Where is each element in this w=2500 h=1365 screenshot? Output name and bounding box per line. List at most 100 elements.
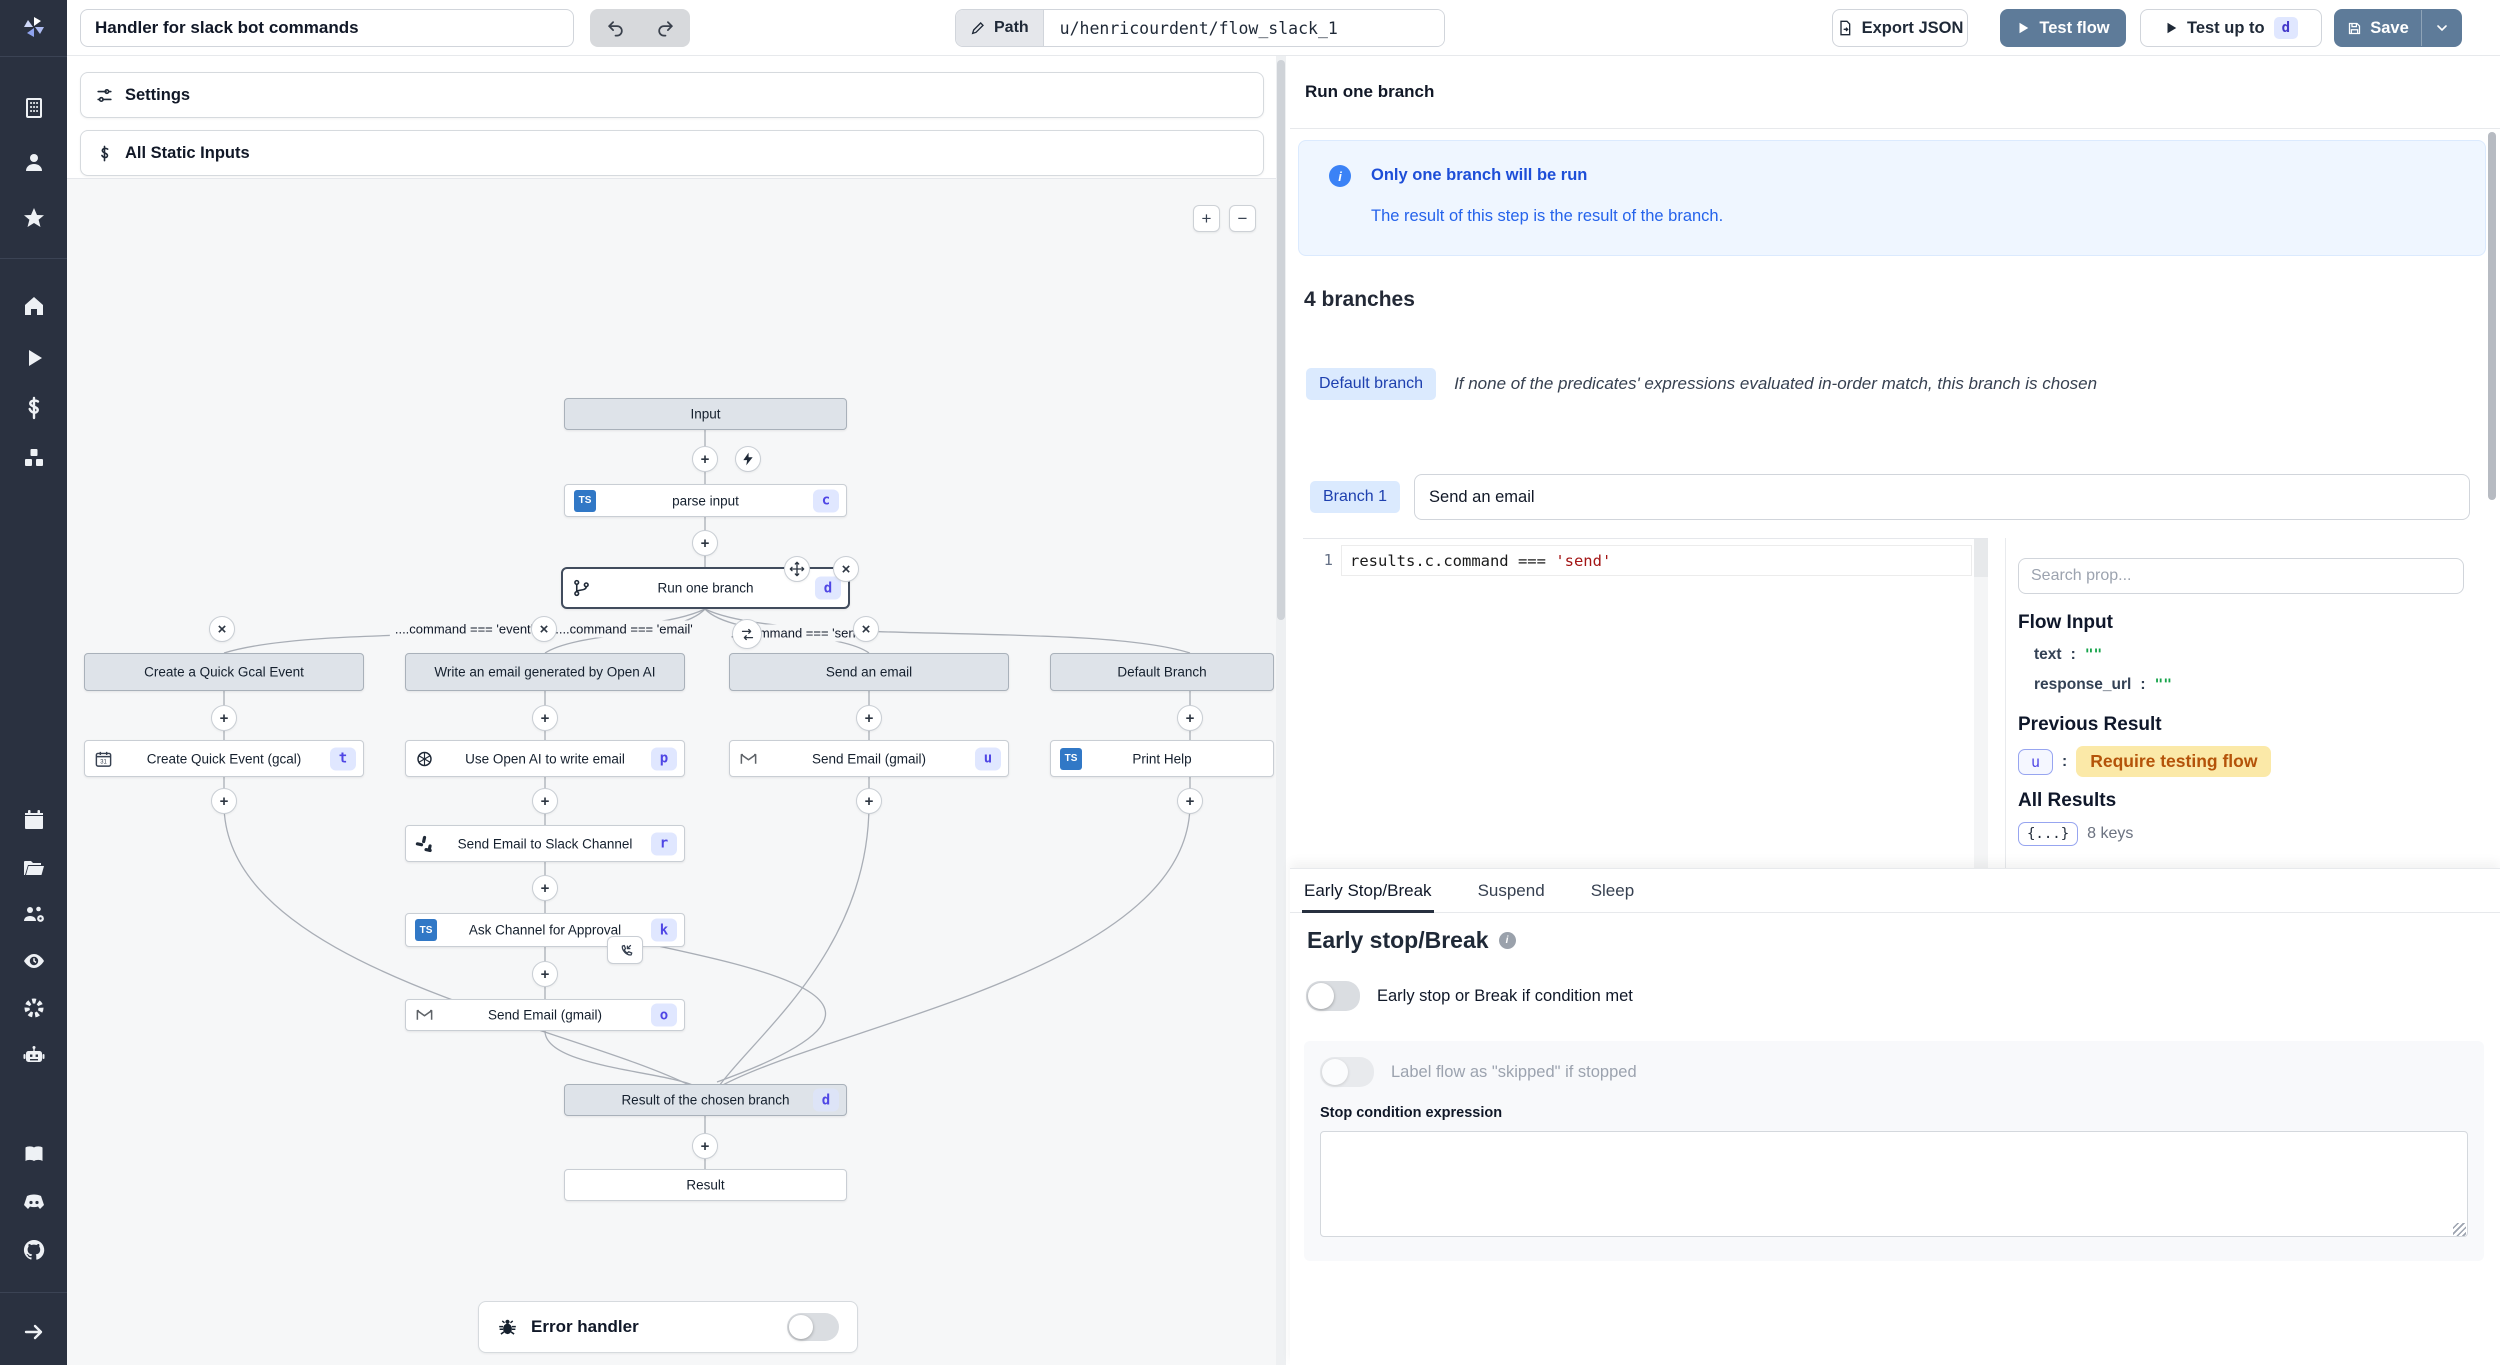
- flow-static-inputs-bar[interactable]: All Static Inputs: [80, 130, 1264, 176]
- tab-early-stop-break[interactable]: Early Stop/Break: [1304, 869, 1432, 913]
- delete-branch-button[interactable]: ×: [209, 616, 235, 642]
- add-step-button[interactable]: +: [211, 705, 237, 731]
- delete-branch-button[interactable]: ×: [853, 616, 879, 642]
- add-step-button[interactable]: +: [1177, 705, 1203, 731]
- all-results-row[interactable]: {...} 8 keys: [2018, 822, 2133, 846]
- sidebar-item-discord[interactable]: [20, 1188, 47, 1215]
- branch-header[interactable]: Send an email: [729, 653, 1009, 691]
- sidebar-divider: [0, 1292, 67, 1293]
- add-step-button[interactable]: +: [856, 788, 882, 814]
- move-branch-button[interactable]: [732, 619, 762, 649]
- add-step-button[interactable]: +: [211, 788, 237, 814]
- node-send-email-slack[interactable]: Send Email to Slack Channel r: [405, 825, 685, 862]
- add-step-button[interactable]: +: [692, 530, 718, 556]
- sidebar-item-user[interactable]: [20, 148, 47, 175]
- step-detail-panel: Run one branch i Only one branch will be…: [1290, 56, 2500, 1365]
- editor-code-line[interactable]: results.c.command === 'send': [1341, 545, 1972, 576]
- sidebar-item-folders[interactable]: [20, 854, 47, 881]
- test-flow-button[interactable]: Test flow: [2000, 9, 2126, 47]
- node-ask-channel-approval[interactable]: TS Ask Channel for Approval k: [405, 913, 685, 947]
- export-json-button[interactable]: Export JSON: [1832, 9, 1968, 47]
- add-step-button[interactable]: +: [692, 446, 718, 472]
- sidebar-collapse-icon[interactable]: [20, 1318, 47, 1345]
- sidebar-item-variables[interactable]: [20, 394, 47, 421]
- add-step-button[interactable]: +: [1177, 788, 1203, 814]
- flow-title-input[interactable]: [80, 9, 574, 47]
- path-edit-button[interactable]: Path: [956, 10, 1044, 46]
- sidebar-item-home[interactable]: [20, 292, 47, 319]
- flow-canvas[interactable]: + − Input + TS parse input c + Run one b…: [67, 178, 1276, 1365]
- sidebar-item-workspace[interactable]: [20, 94, 47, 121]
- save-dropdown-button[interactable]: [2421, 10, 2461, 46]
- branch-predicate-label: ....command === 'event': [390, 621, 538, 638]
- trigger-bolt-icon[interactable]: [735, 446, 761, 472]
- add-step-button[interactable]: +: [692, 1133, 718, 1159]
- path-value[interactable]: u/henricourdent/flow_slack_1: [1044, 10, 1444, 46]
- tab-suspend[interactable]: Suspend: [1478, 869, 1545, 913]
- sidebar-item-settings[interactable]: [20, 994, 47, 1021]
- keys-count: 8 keys: [2087, 825, 2133, 843]
- test-up-to-button[interactable]: Test up to d: [2140, 9, 2322, 47]
- predicate-code-editor[interactable]: 1 results.c.command === 'send': [1303, 538, 1988, 868]
- zoom-out-button[interactable]: −: [1229, 205, 1256, 232]
- tab-sleep[interactable]: Sleep: [1591, 869, 1634, 913]
- add-step-button[interactable]: +: [532, 788, 558, 814]
- prop-row[interactable]: text : "": [2034, 646, 2102, 664]
- sidebar-item-schedules[interactable]: [20, 806, 47, 833]
- move-node-button[interactable]: [784, 556, 810, 582]
- save-button[interactable]: Save: [2335, 10, 2421, 46]
- info-body: The result of this step is the result of…: [1371, 207, 1723, 226]
- previous-result-row[interactable]: u : Require testing flow: [2018, 746, 2271, 777]
- branch-header[interactable]: Create a Quick Gcal Event: [84, 653, 364, 691]
- sidebar-item-groups[interactable]: [20, 900, 47, 927]
- add-step-button[interactable]: +: [532, 705, 558, 731]
- sidebar-item-github[interactable]: [20, 1236, 47, 1263]
- node-send-email-gmail-2[interactable]: Send Email (gmail) o: [405, 999, 685, 1031]
- prop-row[interactable]: response_url : "": [2034, 676, 2172, 694]
- flow-static-inputs-label: All Static Inputs: [125, 144, 250, 163]
- path-group[interactable]: Path u/henricourdent/flow_slack_1: [955, 9, 1445, 47]
- zoom-in-button[interactable]: +: [1193, 205, 1220, 232]
- add-step-button[interactable]: +: [532, 875, 558, 901]
- sidebar-item-resources[interactable]: [20, 444, 47, 471]
- add-step-button[interactable]: +: [532, 961, 558, 987]
- node-send-email-gmail[interactable]: Send Email (gmail) u: [729, 740, 1009, 777]
- sidebar-item-ai-assistant[interactable]: [20, 1041, 47, 1068]
- flow-settings-bar[interactable]: Settings: [80, 72, 1264, 118]
- windmill-logo-icon[interactable]: [20, 13, 47, 40]
- canvas-scrollbar-thumb[interactable]: [1277, 60, 1285, 620]
- undo-button[interactable]: [590, 9, 640, 47]
- redo-button[interactable]: [640, 9, 690, 47]
- info-icon[interactable]: i: [1499, 932, 1516, 949]
- phone-incoming-icon: [618, 943, 633, 958]
- node-parse-input[interactable]: TS parse input c: [564, 484, 847, 517]
- node-create-quick-event[interactable]: 31 Create Quick Event (gcal) t: [84, 740, 364, 777]
- node-print-help[interactable]: TS Print Help: [1050, 740, 1274, 777]
- error-handler-bar[interactable]: Error handler: [478, 1301, 858, 1353]
- delete-branch-button[interactable]: ×: [531, 616, 557, 642]
- node-openai-write-email[interactable]: Use Open AI to write email p: [405, 740, 685, 777]
- stop-condition-textarea[interactable]: [1320, 1131, 2468, 1237]
- suspend-approval-button[interactable]: [607, 936, 643, 964]
- error-handler-toggle[interactable]: [787, 1313, 839, 1341]
- resize-handle[interactable]: [2453, 1223, 2466, 1236]
- branch-header[interactable]: Write an email generated by Open AI: [405, 653, 685, 691]
- node-branch-result[interactable]: Result of the chosen branch d: [564, 1084, 847, 1116]
- panel-scrollbar-thumb[interactable]: [2488, 132, 2496, 500]
- sidebar-item-docs[interactable]: [20, 1140, 47, 1167]
- early-stop-toggle[interactable]: [1306, 981, 1360, 1011]
- prop-colon: :: [2071, 646, 2076, 664]
- sidebar-item-audit-logs[interactable]: [20, 947, 47, 974]
- panel-title: Run one branch: [1305, 82, 1434, 102]
- branch1-summary-input[interactable]: [1414, 474, 2470, 520]
- node-input[interactable]: Input: [564, 398, 847, 430]
- search-prop-input[interactable]: [2018, 558, 2464, 594]
- add-step-button[interactable]: +: [856, 705, 882, 731]
- step-label: Print Help: [1051, 751, 1273, 766]
- sidebar-item-favorites[interactable]: [20, 204, 47, 231]
- delete-node-button[interactable]: ×: [833, 556, 859, 582]
- sidebar-item-runs[interactable]: [20, 344, 47, 371]
- label-skipped-toggle[interactable]: [1320, 1057, 1374, 1087]
- branch-header[interactable]: Default Branch: [1050, 653, 1274, 691]
- node-result[interactable]: Result: [564, 1169, 847, 1201]
